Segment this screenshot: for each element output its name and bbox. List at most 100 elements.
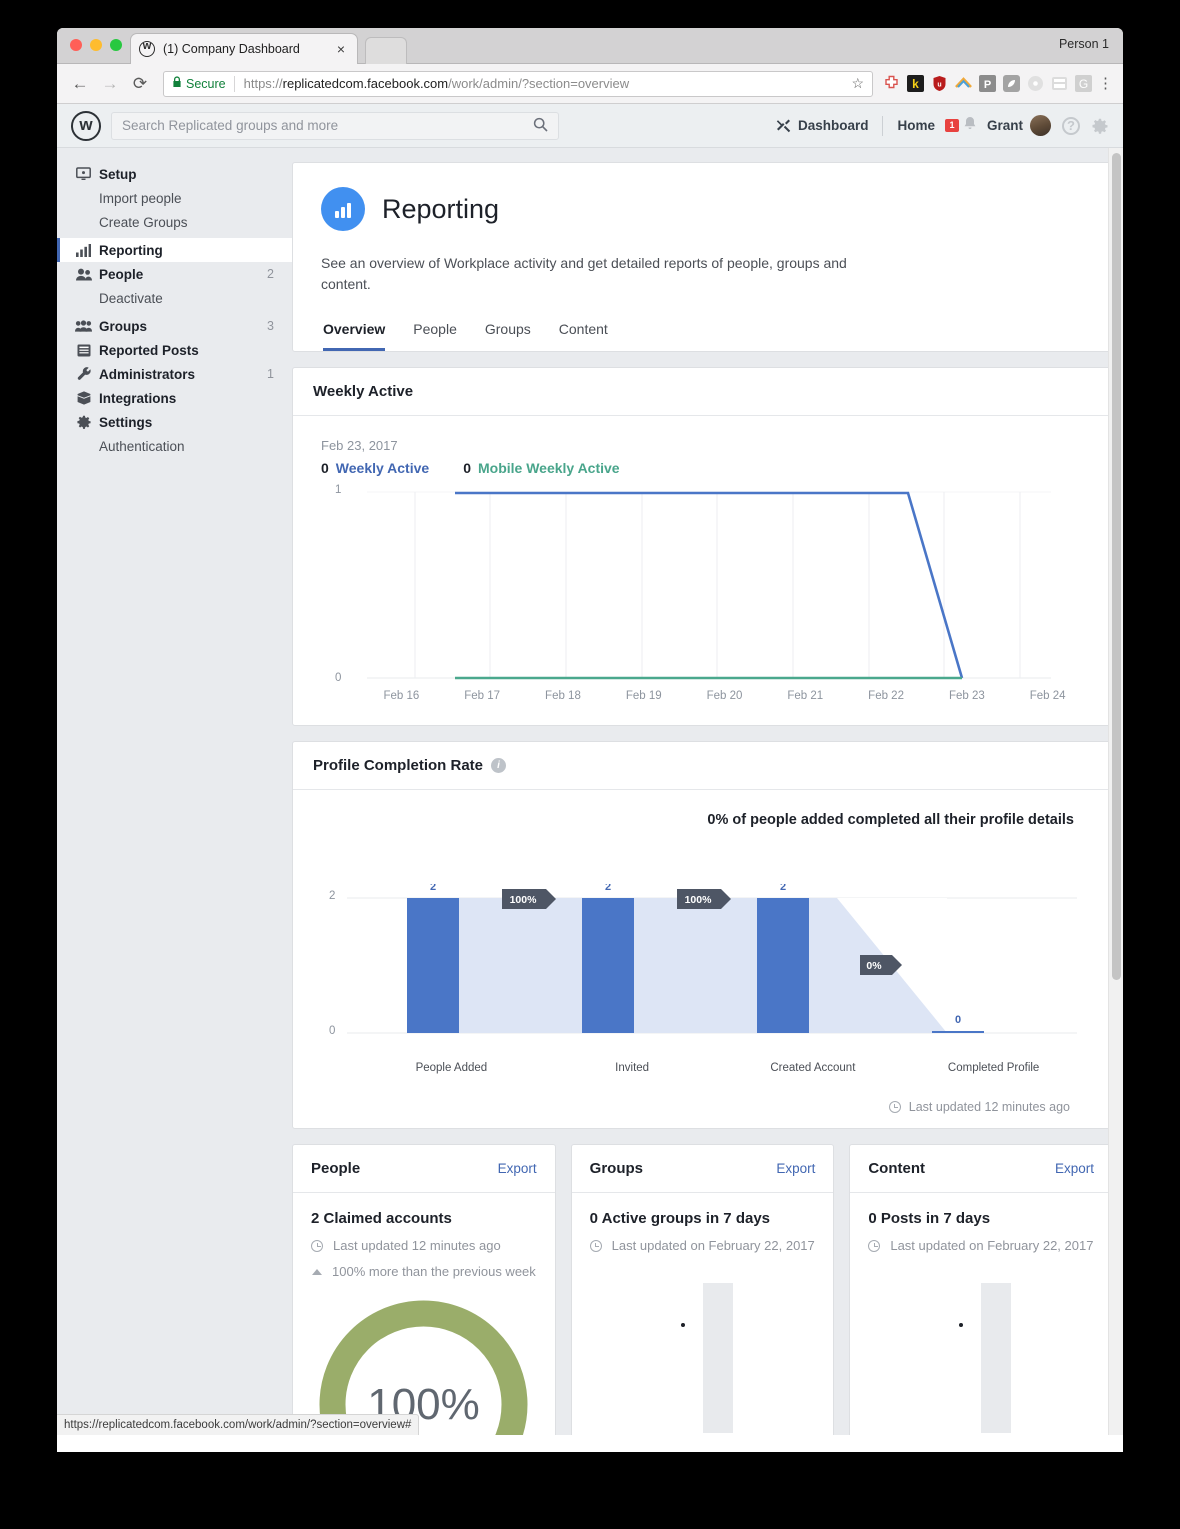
profile-label[interactable]: Person 1 [1059, 37, 1109, 51]
user-name-label[interactable]: Grant [987, 118, 1030, 133]
legend-mobile-weekly-active[interactable]: 0 Mobile Weekly Active [463, 460, 619, 476]
help-icon[interactable]: ? [1062, 116, 1080, 135]
sidebar: Setup Import people Create Groups Report… [57, 148, 292, 1435]
close-window-button[interactable] [70, 39, 82, 51]
people-summary-card: People Export 2 Claimed accounts Last up… [292, 1144, 556, 1435]
placeholder-bar [981, 1283, 1012, 1433]
sidebar-item-reporting[interactable]: Reporting [57, 238, 292, 262]
content-export-link[interactable]: Export [1055, 1161, 1094, 1176]
sidebar-item-create-groups[interactable]: Create Groups [57, 210, 292, 234]
content-card-head: Content Export [850, 1145, 1113, 1193]
reload-icon[interactable]: ⟳ [127, 71, 153, 97]
tab-groups[interactable]: Groups [485, 321, 531, 351]
bookmark-star-icon[interactable]: ☆ [851, 75, 864, 92]
legend-label: Weekly Active [335, 460, 430, 476]
url-text: https://replicatedcom.facebook.com/work/… [244, 76, 630, 91]
page-scrollbar[interactable] [1108, 148, 1123, 1435]
reporting-bar-chart-icon [321, 187, 365, 231]
groups-placeholder-chart [590, 1271, 816, 1433]
browser-window: (1) Company Dashboard × Person 1 ← → ⟳ S… [57, 28, 1123, 1452]
sidebar-item-label: Integrations [99, 390, 177, 406]
groups-export-link[interactable]: Export [776, 1161, 815, 1176]
sidebar-item-label: Administrators [99, 366, 196, 382]
trend-up-icon [312, 1268, 322, 1275]
people-trend: 100% more than the previous week [332, 1264, 536, 1279]
weekly-active-body: Feb 23, 2017 0 Weekly Active 0 Mobile Week… [293, 416, 1112, 725]
x-tick: Feb 19 [625, 690, 662, 702]
sidebar-item-reported-posts[interactable]: Reported Posts [57, 338, 292, 362]
shield-extension-icon[interactable]: u [931, 75, 948, 92]
sidebar-item-import-people[interactable]: Import people [57, 186, 292, 210]
chart-date: Feb 23, 2017 [321, 438, 398, 453]
info-icon[interactable]: i [491, 758, 507, 773]
summary-cards-row: People Export 2 Claimed accounts Last up… [292, 1144, 1114, 1435]
svg-text:2: 2 [605, 884, 611, 893]
sidebar-item-people[interactable]: People 2 [57, 262, 292, 286]
groups-card-head: Groups Export [571, 1145, 834, 1193]
people-export-link[interactable]: Export [498, 1161, 537, 1176]
gear-icon[interactable] [1091, 117, 1109, 135]
sidebar-item-administrators[interactable]: Administrators 1 [57, 362, 292, 386]
rainbow-arc-extension-icon[interactable] [955, 75, 972, 92]
notifications-bell-icon[interactable] [957, 116, 987, 136]
pocket-extension-icon[interactable]: P [979, 75, 996, 92]
groups-summary-card: Groups Export 0 Active groups in 7 days … [570, 1144, 835, 1435]
tab-content[interactable]: Content [559, 321, 608, 351]
google-extension-icon[interactable]: G [1075, 75, 1092, 92]
weekly-active-title: Weekly Active [293, 368, 1112, 416]
forward-icon[interactable]: → [97, 71, 123, 97]
search-input[interactable]: Search Replicated groups and more [111, 111, 559, 140]
tab-people[interactable]: People [413, 321, 457, 351]
document-icon [75, 342, 92, 359]
leaf-extension-icon[interactable] [1003, 75, 1020, 92]
people-stat: 2 Claimed accounts [311, 1210, 452, 1227]
window-controls[interactable] [70, 39, 122, 51]
tab-overview[interactable]: Overview [323, 321, 386, 351]
plus-cross-extension-icon[interactable] [883, 75, 900, 92]
kickstarter-extension-icon[interactable]: k [907, 75, 924, 92]
content-card-title: Content [868, 1160, 925, 1177]
sidebar-item-groups[interactable]: Groups 3 [57, 314, 292, 338]
svg-text:P: P [984, 79, 991, 91]
y-tick-1: 1 [335, 484, 342, 496]
funnel-category: People Added [415, 1062, 488, 1074]
clock-icon [311, 1239, 323, 1252]
x-tick: Feb 18 [545, 690, 581, 702]
groups-updated: Last updated on February 22, 2017 [611, 1238, 815, 1253]
groups-icon [75, 318, 92, 335]
funnel-y-tick-0: 0 [329, 1025, 336, 1037]
clock-icon [888, 1101, 901, 1113]
browser-tab[interactable]: (1) Company Dashboard × [130, 33, 358, 64]
sidebar-item-label: Groups [99, 318, 148, 334]
svg-text:100%: 100% [685, 894, 713, 906]
sidebar-item-integrations[interactable]: Integrations [57, 386, 292, 410]
minimize-window-button[interactable] [90, 39, 102, 51]
clock-icon [868, 1239, 881, 1252]
maximize-window-button[interactable] [110, 39, 122, 51]
scrollbar-thumb[interactable] [1112, 153, 1121, 980]
home-link[interactable]: Home [883, 118, 945, 133]
sidebar-item-count: 1 [267, 367, 274, 381]
back-icon[interactable]: ← [67, 71, 93, 97]
sidebar-group-reporting: Reporting People 2 Deactivate [57, 238, 292, 310]
dashboard-link[interactable]: Dashboard [776, 118, 883, 133]
browser-menu-icon[interactable]: ⋮ [1098, 76, 1113, 91]
people-card-title: People [311, 1160, 361, 1177]
avatar[interactable] [1030, 115, 1051, 136]
new-tab-button[interactable] [365, 37, 407, 64]
calculator-extension-icon[interactable] [1051, 75, 1068, 92]
sidebar-item-authentication[interactable]: Authentication [57, 434, 292, 458]
legend-weekly-active[interactable]: 0 Weekly Active [321, 460, 429, 476]
sidebar-item-settings[interactable]: Settings [57, 410, 292, 434]
workplace-logo-icon[interactable] [71, 110, 101, 141]
groups-stat: 0 Active groups in 7 days [589, 1210, 771, 1227]
sidebar-item-deactivate[interactable]: Deactivate [57, 286, 292, 310]
close-tab-icon[interactable]: × [333, 42, 349, 56]
sidebar-item-count: 2 [267, 267, 274, 281]
address-bar[interactable]: Secure https://replicatedcom.facebook.co… [163, 70, 873, 97]
record-extension-icon[interactable] [1027, 75, 1044, 92]
monitor-icon [75, 166, 92, 183]
sidebar-item-setup[interactable]: Setup [57, 162, 292, 186]
browser-toolbar: ← → ⟳ Secure https://replicatedcom.faceb… [57, 64, 1123, 104]
profile-completion-title-row: Profile Completion Rate i [293, 742, 1112, 790]
